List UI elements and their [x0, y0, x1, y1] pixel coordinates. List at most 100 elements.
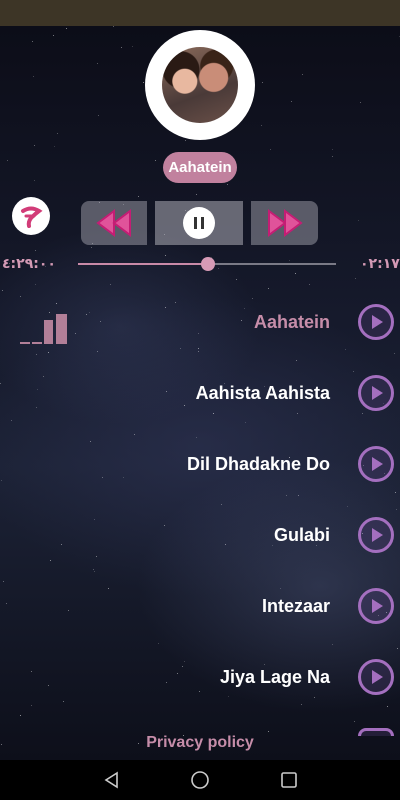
seek-thumb[interactable] — [201, 257, 215, 271]
track-play-button[interactable] — [358, 304, 394, 340]
star — [31, 705, 32, 706]
navigation-bar — [0, 760, 400, 800]
previous-button[interactable] — [81, 201, 147, 245]
star — [132, 46, 133, 47]
star — [301, 704, 302, 705]
star — [353, 371, 354, 372]
now-playing-title: Aahatein — [163, 152, 237, 183]
star — [90, 441, 91, 442]
star — [36, 354, 37, 355]
star — [291, 101, 292, 102]
playlist-item[interactable]: Aahista Aahista — [0, 373, 400, 413]
playlist-item[interactable]: Jiya Lage Na — [0, 657, 400, 697]
play-icon — [372, 670, 383, 684]
star — [309, 284, 310, 285]
star — [198, 348, 199, 349]
seek-bar[interactable] — [78, 257, 336, 271]
star — [270, 149, 271, 150]
star — [198, 351, 199, 352]
star — [110, 284, 111, 285]
star — [93, 569, 94, 570]
star — [35, 250, 36, 251]
recents-icon — [281, 772, 297, 788]
track-title: Gulabi — [273, 525, 330, 545]
star — [268, 731, 269, 732]
track-title: Aahatein — [253, 312, 330, 332]
star — [66, 28, 67, 29]
seek-progress — [78, 263, 207, 265]
star — [314, 697, 315, 698]
track-title: Dil Dhadakne Do — [186, 454, 330, 474]
star — [165, 255, 166, 256]
next-button[interactable] — [251, 201, 318, 245]
star — [286, 495, 287, 496]
star — [96, 556, 97, 557]
star — [332, 156, 333, 157]
star — [221, 504, 222, 505]
star — [20, 296, 21, 297]
back-icon — [104, 771, 118, 789]
star — [355, 278, 356, 279]
star — [298, 495, 299, 496]
play-icon — [372, 599, 383, 613]
track-play-button[interactable] — [358, 588, 394, 624]
home-icon — [191, 771, 209, 789]
nav-back-button[interactable] — [100, 768, 124, 792]
star — [134, 434, 135, 435]
album-art — [162, 47, 238, 123]
playlist-item[interactable]: Dil Dhadakne Do — [0, 444, 400, 484]
privacy-policy-link[interactable]: Privacy policy — [0, 734, 400, 752]
star — [155, 160, 156, 161]
star — [35, 284, 36, 285]
track-play-button[interactable] — [358, 517, 394, 553]
star — [11, 420, 12, 421]
star — [34, 180, 35, 181]
star — [53, 35, 54, 36]
playlist-item[interactable]: Intezaar — [0, 586, 400, 626]
star — [261, 125, 262, 126]
star — [395, 492, 396, 493]
star — [196, 437, 197, 438]
star — [121, 47, 122, 48]
star — [345, 349, 346, 350]
nav-home-button[interactable] — [188, 768, 212, 792]
star — [295, 273, 296, 274]
star — [362, 413, 363, 414]
star — [332, 644, 333, 645]
star — [302, 74, 303, 75]
star — [196, 194, 197, 195]
star — [180, 348, 181, 349]
star — [218, 268, 219, 269]
track-title: Jiya Lage Na — [219, 667, 330, 687]
pause-button[interactable] — [155, 201, 243, 245]
nav-recents-button[interactable] — [277, 768, 301, 792]
star — [143, 82, 144, 83]
track-play-button[interactable] — [358, 659, 394, 695]
star — [262, 82, 263, 83]
star — [268, 288, 269, 289]
playlist-item[interactable]: Aahatein — [0, 302, 400, 342]
playlist-item[interactable]: Gulabi — [0, 515, 400, 555]
star — [32, 41, 33, 42]
star — [213, 413, 214, 414]
star — [245, 422, 246, 423]
star — [50, 560, 51, 561]
star — [236, 279, 237, 280]
app-logo-button[interactable] — [12, 197, 50, 235]
elapsed-time: ٠٢:١٧ — [360, 256, 400, 272]
status-bar — [0, 0, 400, 26]
star — [347, 506, 348, 507]
star — [185, 140, 186, 141]
track-play-button[interactable] — [358, 446, 394, 482]
star — [252, 298, 253, 299]
star — [387, 706, 388, 707]
star — [94, 571, 95, 572]
play-icon — [372, 457, 383, 471]
star — [227, 184, 228, 185]
star — [91, 247, 92, 248]
track-play-button[interactable] — [358, 375, 394, 411]
play-icon — [372, 386, 383, 400]
star — [397, 648, 398, 649]
star — [20, 715, 21, 716]
star — [63, 701, 64, 702]
